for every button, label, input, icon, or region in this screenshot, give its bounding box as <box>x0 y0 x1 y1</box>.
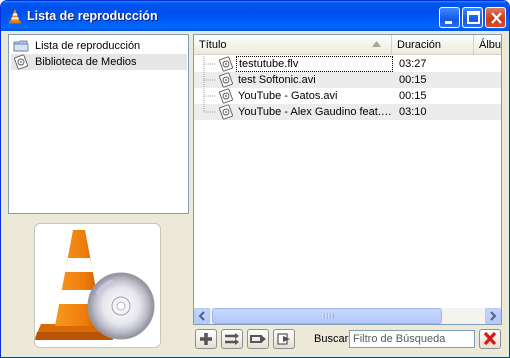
search-label: Buscar <box>314 333 349 345</box>
playlist-window: Lista de reproducción Lista de reproducc… <box>0 0 510 358</box>
media-file-icon <box>219 56 233 72</box>
horizontal-scrollbar[interactable] <box>194 308 501 324</box>
row-title: testutube.flv <box>236 56 393 72</box>
red-x-icon <box>483 331 497 346</box>
media-file-icon <box>219 88 233 104</box>
table-row[interactable]: YouTube - Gatos.avi 00:15 <box>194 88 501 104</box>
sidebar-item-playlist[interactable]: Lista de reproducción <box>11 38 187 54</box>
scroll-left-button[interactable] <box>194 308 210 324</box>
sidebar-item-label: Biblioteca de Medios <box>35 56 137 68</box>
sidebar-tree[interactable]: Lista de reproducción Biblioteca de Medi… <box>8 34 189 214</box>
row-title: YouTube - Gatos.avi <box>238 90 338 102</box>
scroll-right-button[interactable] <box>485 308 501 324</box>
window-title: Lista de reproducción <box>27 9 158 23</box>
scrollbar-thumb[interactable] <box>212 308 442 324</box>
tree-connector <box>203 104 216 113</box>
media-library-icon <box>14 54 28 70</box>
sort-ascending-icon <box>372 41 381 47</box>
shuffle-icon <box>225 333 239 345</box>
chevron-left-icon <box>198 311 205 321</box>
table-row[interactable]: testutube.flv 03:27 <box>194 56 501 72</box>
column-header-duration[interactable]: Duración <box>392 35 474 55</box>
bottom-toolbar: Buscar <box>193 327 502 351</box>
sidebar-item-label: Lista de reproducción <box>35 40 141 52</box>
album-art <box>34 223 161 348</box>
chevron-right-icon <box>490 311 497 321</box>
row-duration: 00:15 <box>399 90 427 102</box>
media-file-icon <box>219 104 233 120</box>
minimize-icon <box>445 21 452 24</box>
playlist-table[interactable]: Título Duración Álbum testutube.flv 03:2… <box>193 34 502 325</box>
content-area: Lista de reproducción Biblioteca de Medi… <box>4 31 506 356</box>
close-icon <box>491 12 502 24</box>
maximize-button[interactable] <box>462 7 483 28</box>
clear-search-button[interactable] <box>479 329 501 349</box>
add-icon <box>200 333 212 345</box>
grip-icon <box>322 313 334 319</box>
title-bar[interactable]: Lista de reproducción <box>1 1 509 31</box>
column-header-album[interactable]: Álbum <box>474 35 501 55</box>
row-duration: 00:15 <box>399 74 427 86</box>
vlc-logo-art <box>35 230 155 340</box>
shuffle-button[interactable] <box>221 329 243 349</box>
minimize-button[interactable] <box>439 7 460 28</box>
add-button[interactable] <box>195 329 217 349</box>
close-button[interactable] <box>485 7 506 28</box>
table-row[interactable]: YouTube - Alex Gaudino feat. ... 03:10 <box>194 104 501 120</box>
tree-connector <box>203 72 216 88</box>
tree-connector <box>203 56 216 72</box>
folder-icon <box>13 40 29 52</box>
row-title: test Softonic.avi <box>238 74 316 86</box>
row-duration: 03:10 <box>399 106 427 118</box>
sort-icon <box>277 333 290 345</box>
repeat-icon <box>250 335 266 343</box>
table-header: Título Duración Álbum <box>194 35 501 55</box>
media-file-icon <box>219 72 233 88</box>
sort-button[interactable] <box>273 329 295 349</box>
row-duration: 03:27 <box>399 58 427 70</box>
tree-connector <box>203 88 216 104</box>
vlc-cone-icon <box>9 9 21 24</box>
row-title: YouTube - Alex Gaudino feat. ... <box>238 106 393 118</box>
repeat-button[interactable] <box>247 329 269 349</box>
sidebar-item-media-library[interactable]: Biblioteca de Medios <box>11 54 187 70</box>
table-row[interactable]: test Softonic.avi 00:15 <box>194 72 501 88</box>
maximize-icon <box>467 11 480 24</box>
column-header-title[interactable]: Título <box>194 35 392 55</box>
search-input[interactable] <box>349 330 475 348</box>
